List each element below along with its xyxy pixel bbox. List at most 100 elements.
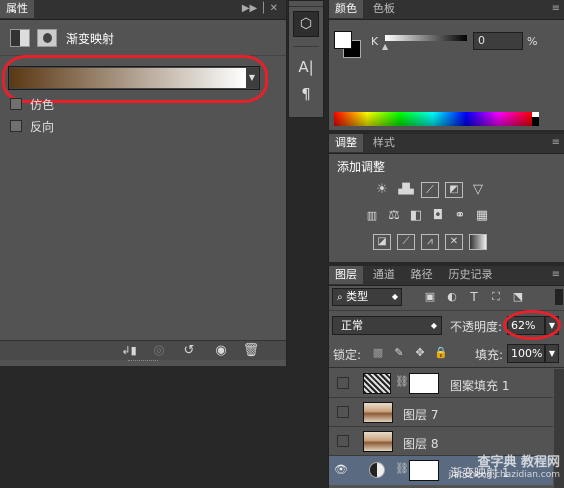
panel-menu-icon[interactable]: ≡ — [552, 269, 560, 280]
reverse-label: 反向 — [30, 119, 55, 134]
layer-row[interactable]: 图层 7 — [329, 398, 553, 427]
tab-layers[interactable]: 图层 — [329, 266, 363, 284]
levels-icon[interactable]: ▟▙ — [397, 182, 415, 198]
slider-thumb[interactable]: ▲ — [382, 42, 388, 51]
layer-filter-select[interactable]: ⌕ 类型 ◆ — [332, 288, 402, 306]
search-icon: ⌕ — [337, 292, 343, 303]
lock-transparent-icon[interactable]: ▩ — [371, 345, 385, 361]
tab-channels[interactable]: 通道 — [367, 266, 401, 284]
reset-icon[interactable]: ↺ — [180, 343, 198, 359]
layer-visibility-toggle[interactable] — [337, 377, 349, 389]
tool-strip: ⬡ A| ¶ — [288, 0, 324, 118]
panel-menu-icon[interactable]: ≡ — [552, 137, 560, 148]
k-value-input[interactable]: 0 — [473, 32, 523, 50]
fill-label: 填充: — [475, 348, 504, 362]
foreground-swatch[interactable] — [334, 31, 352, 49]
channel-label: K — [371, 35, 379, 48]
eye-icon[interactable]: 👁 — [334, 463, 348, 476]
dither-option[interactable]: 仿色 — [10, 97, 54, 112]
spectrum-bar[interactable] — [334, 112, 532, 126]
lock-paint-icon[interactable]: ✎ — [392, 345, 406, 361]
pattern-thumbnail — [363, 373, 391, 394]
adjustment-layer-icon — [369, 462, 385, 478]
lock-position-icon[interactable]: ✥ — [413, 345, 427, 361]
type-filter-icon[interactable]: T — [467, 289, 481, 305]
threshold-icon[interactable]: ⩘ — [421, 234, 439, 250]
spectrum-white[interactable] — [532, 112, 539, 117]
gradient-map-icon[interactable] — [469, 234, 487, 250]
black-white-icon[interactable]: ◧ — [407, 208, 425, 224]
clip-to-layer-icon[interactable]: ↲▮ — [120, 343, 138, 359]
photo-thumbnail — [363, 431, 393, 452]
selective-color-icon[interactable]: ✕ — [445, 234, 463, 250]
reverse-option[interactable]: 反向 — [10, 119, 55, 134]
visibility-icon[interactable]: ◉ — [212, 343, 230, 359]
view-previous-icon[interactable]: ◎ — [150, 343, 168, 359]
panel-menu-icon[interactable]: ≡ — [552, 3, 560, 14]
brightness-icon[interactable]: ☀ — [373, 182, 391, 198]
watermark-line-1: 查字典 教程网 — [477, 455, 560, 470]
fill-input[interactable]: 100% — [507, 344, 545, 363]
hue-saturation-icon[interactable]: ▥ — [363, 208, 381, 224]
3d-icon[interactable]: ⬡ — [293, 11, 319, 37]
panel-menu-icon[interactable]: ▶▶ │ ✕ — [242, 3, 278, 14]
fill-dropdown[interactable]: ▼ — [545, 344, 559, 363]
filter-label: 类型 — [346, 290, 369, 303]
dither-checkbox[interactable] — [10, 98, 22, 110]
invert-icon[interactable]: ◪ — [373, 234, 391, 250]
tab-color[interactable]: 颜色 — [329, 0, 363, 18]
shape-filter-icon[interactable]: ⛶ — [489, 289, 503, 305]
adjustment-filter-icon[interactable]: ◐ — [445, 289, 459, 305]
color-lookup-icon[interactable]: ▦ — [473, 208, 491, 224]
delete-icon[interactable]: 🗑 — [242, 343, 260, 359]
link-icon[interactable]: ⛓ — [395, 375, 409, 388]
lock-all-icon[interactable]: 🔒 — [434, 345, 448, 361]
smart-object-filter-icon[interactable]: ⬔ — [511, 289, 525, 305]
mask-thumbnail[interactable] — [409, 373, 439, 394]
layer-visibility-toggle[interactable] — [337, 406, 349, 418]
resize-grip[interactable] — [128, 360, 158, 364]
properties-panel: 属性 ▶▶ │ ✕ 渐变映射 ▼ 仿色 反向 ↲▮ ◎ ↺ ◉ 🗑 — [0, 0, 287, 366]
watermark-line-2: jiaocheng.chazidian.com — [448, 470, 560, 480]
properties-tabbar: 属性 ▶▶ │ ✕ — [0, 0, 286, 20]
chevron-updown-icon: ◆ — [391, 292, 398, 301]
adjustment-icon[interactable] — [10, 29, 30, 47]
chevron-updown-icon: ◆ — [430, 321, 437, 330]
adjustment-icons-row-2: ▥ ⚖ ◧ ◘ ⚭ ▦ — [363, 208, 491, 224]
photo-thumbnail — [363, 402, 393, 423]
channel-mixer-icon[interactable]: ⚭ — [451, 208, 469, 224]
color-balance-icon[interactable]: ⚖ — [385, 208, 403, 224]
mask-icon[interactable] — [37, 29, 57, 47]
k-slider[interactable] — [385, 35, 467, 41]
properties-title: 渐变映射 — [66, 32, 115, 46]
layer-visibility-toggle[interactable] — [337, 435, 349, 447]
image-filter-icon[interactable]: ▣ — [423, 289, 437, 305]
lock-label: 锁定: — [333, 348, 362, 362]
paragraph-icon[interactable]: ¶ — [293, 85, 319, 103]
vibrance-icon[interactable]: ▽ — [469, 182, 487, 198]
posterize-icon[interactable]: ⟋ — [397, 234, 415, 250]
tab-properties[interactable]: 属性 — [0, 0, 34, 18]
photo-filter-icon[interactable]: ◘ — [429, 208, 447, 224]
exposure-icon[interactable]: ◩ — [445, 182, 463, 198]
layer-name: 图层 7 — [403, 408, 439, 422]
fill-value: 100% — [511, 347, 543, 360]
tab-styles[interactable]: 样式 — [367, 134, 401, 152]
watermark: 查字典 教程网 jiaocheng.chazidian.com — [392, 456, 560, 482]
layer-name: 图案填充 1 — [450, 379, 510, 393]
curves-icon[interactable]: ⟋ — [421, 182, 439, 198]
adjustment-icons-row-1: ☀ ▟▙ ⟋ ◩ ▽ — [373, 182, 487, 198]
tab-adjustments[interactable]: 调整 — [329, 134, 363, 152]
filter-toggle[interactable] — [555, 289, 563, 305]
filter-icons: ▣ ◐ T ⛶ ⬔ — [423, 289, 525, 305]
tab-swatches[interactable]: 色板 — [367, 0, 401, 18]
layer-row[interactable]: ⛓ 图案填充 1 — [329, 369, 553, 398]
percent-unit: % — [527, 35, 538, 48]
layer-row[interactable]: 图层 8 — [329, 427, 553, 456]
tab-paths[interactable]: 路径 — [405, 266, 439, 284]
tab-history[interactable]: 历史记录 — [442, 266, 498, 284]
blend-mode-select[interactable]: 正常 ◆ — [332, 316, 442, 335]
character-icon[interactable]: A| — [293, 58, 319, 76]
color-panel: 颜色 色板 ≡ K ▲ 0 % — [328, 0, 564, 130]
reverse-checkbox[interactable] — [10, 120, 22, 132]
